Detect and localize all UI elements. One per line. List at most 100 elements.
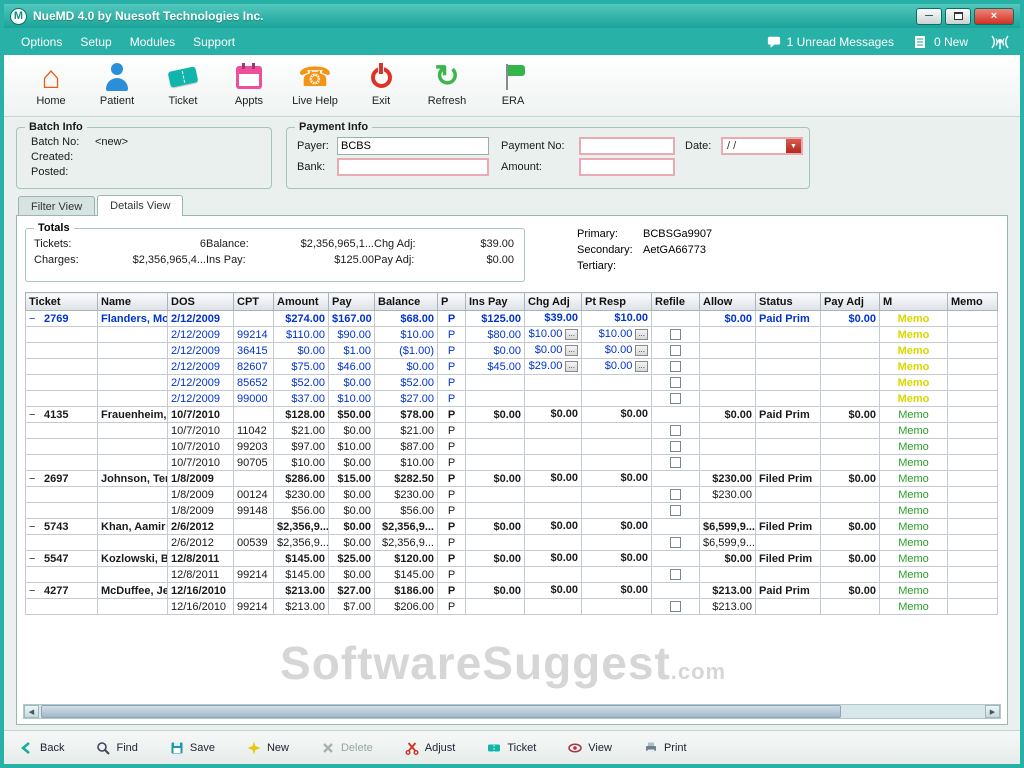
chg-adj-cell[interactable]: $0.00... [525,343,582,359]
column-header-balance[interactable]: Balance [375,293,438,311]
menu-setup[interactable]: Setup [71,31,120,53]
chg-adj-cell[interactable] [525,535,582,551]
ins-pay-cell[interactable] [466,455,525,471]
scrollbar-thumb[interactable] [41,705,841,718]
column-header-ins-pay[interactable]: Ins Pay [466,293,525,311]
pt-resp-cell[interactable] [582,503,652,519]
memo-link[interactable]: Memo [898,601,929,613]
refile-checkbox[interactable] [670,537,681,548]
pt-resp-cell[interactable] [582,487,652,503]
ins-pay-cell[interactable] [466,503,525,519]
horizontal-scrollbar[interactable]: ◀ ▶ [23,704,1001,719]
ellipsis-button[interactable]: ... [635,361,648,372]
new-button[interactable]: New [247,741,289,755]
ellipsis-button[interactable]: ... [565,361,578,372]
pt-resp-cell[interactable] [582,599,652,615]
view-button[interactable]: View [568,741,612,755]
tab-details-view[interactable]: Details View [97,195,183,216]
chg-adj-cell[interactable]: $0.00 [525,583,582,599]
refile-checkbox[interactable] [670,361,681,372]
column-header-status[interactable]: Status [756,293,821,311]
scroll-left-icon[interactable]: ◀ [24,705,39,718]
column-header-p[interactable]: P [438,293,466,311]
refile-checkbox[interactable] [670,329,681,340]
chg-adj-cell[interactable] [525,375,582,391]
pt-resp-cell[interactable] [582,535,652,551]
memo-link[interactable]: Memo [898,553,929,565]
pt-resp-cell[interactable]: $0.00... [582,343,652,359]
column-header-cpt[interactable]: CPT [234,293,274,311]
payment-no-input[interactable] [579,137,675,155]
pt-resp-cell[interactable]: $0.00 [582,407,652,423]
chg-adj-cell[interactable]: $10.00... [525,327,582,343]
toolbar-home-button[interactable]: ⌂Home [18,59,84,107]
column-header-name[interactable]: Name [98,293,168,311]
ins-pay-cell[interactable]: $125.00 [466,311,525,327]
pt-resp-cell[interactable]: $0.00 [582,519,652,535]
collapse-icon[interactable]: − [29,521,40,533]
memo-link[interactable]: Memo [898,505,929,517]
chg-adj-cell[interactable]: $0.00 [525,551,582,567]
new-items-indicator[interactable]: 0 New [914,35,968,49]
pt-resp-cell[interactable]: $0.00 [582,583,652,599]
pt-resp-cell[interactable] [582,439,652,455]
menu-options[interactable]: Options [12,31,71,53]
column-header-pay-adj[interactable]: Pay Adj [821,293,880,311]
chg-adj-cell[interactable]: $29.00... [525,359,582,375]
chg-adj-cell[interactable] [525,487,582,503]
ins-pay-cell[interactable] [466,391,525,407]
ins-pay-cell[interactable]: $80.00 [466,327,525,343]
delete-button[interactable]: Delete [321,741,373,755]
memo-link[interactable]: Memo [898,393,930,405]
ellipsis-button[interactable]: ... [565,329,578,340]
pt-resp-cell[interactable] [582,567,652,583]
memo-link[interactable]: Memo [898,377,930,389]
ins-pay-cell[interactable] [466,599,525,615]
memo-link[interactable]: Memo [898,585,929,597]
chg-adj-cell[interactable]: $0.00 [525,471,582,487]
pt-resp-cell[interactable] [582,423,652,439]
pt-resp-cell[interactable]: $0.00... [582,359,652,375]
toolbar-era-button[interactable]: ERA [480,59,546,107]
bank-input[interactable] [337,158,489,176]
toolbar-refresh-button[interactable]: ↻Refresh [414,59,480,107]
find-button[interactable]: Find [96,741,137,755]
chg-adj-cell[interactable] [525,391,582,407]
ticket-button[interactable]: Ticket [487,741,536,755]
scroll-right-icon[interactable]: ▶ [985,705,1000,718]
ins-pay-cell[interactable] [466,487,525,503]
ins-pay-cell[interactable]: $45.00 [466,359,525,375]
restore-button[interactable] [945,8,971,25]
memo-link[interactable]: Memo [898,457,929,469]
collapse-icon[interactable]: − [29,409,40,421]
ins-pay-cell[interactable] [466,439,525,455]
pt-resp-cell[interactable] [582,391,652,407]
toolbar-live-help-button[interactable]: ☎Live Help [282,59,348,107]
toolbar-patient-button[interactable]: Patient [84,59,150,107]
ellipsis-button[interactable]: ... [635,345,648,356]
toolbar-ticket-button[interactable]: Ticket [150,59,216,107]
minimize-button[interactable]: ─ [916,8,942,25]
memo-link[interactable]: Memo [898,361,930,373]
column-header-ticket[interactable]: Ticket [26,293,98,311]
menu-support[interactable]: Support [184,31,244,53]
column-header-m[interactable]: M [880,293,948,311]
memo-link[interactable]: Memo [898,473,929,485]
chg-adj-cell[interactable] [525,599,582,615]
pt-resp-cell[interactable] [582,375,652,391]
column-header-refile[interactable]: Refile [652,293,700,311]
memo-link[interactable]: Memo [898,521,929,533]
memo-link[interactable]: Memo [898,489,929,501]
chg-adj-cell[interactable] [525,503,582,519]
ins-pay-cell[interactable]: $0.00 [466,471,525,487]
memo-link[interactable]: Memo [898,569,929,581]
menu-modules[interactable]: Modules [121,31,184,53]
refile-checkbox[interactable] [670,393,681,404]
unread-messages-indicator[interactable]: 1 Unread Messages [767,35,894,49]
collapse-icon[interactable]: − [29,313,40,325]
refile-checkbox[interactable] [670,505,681,516]
ins-pay-cell[interactable]: $0.00 [466,343,525,359]
ins-pay-cell[interactable]: $0.00 [466,551,525,567]
chg-adj-cell[interactable] [525,455,582,471]
print-button[interactable]: Print [644,741,687,755]
